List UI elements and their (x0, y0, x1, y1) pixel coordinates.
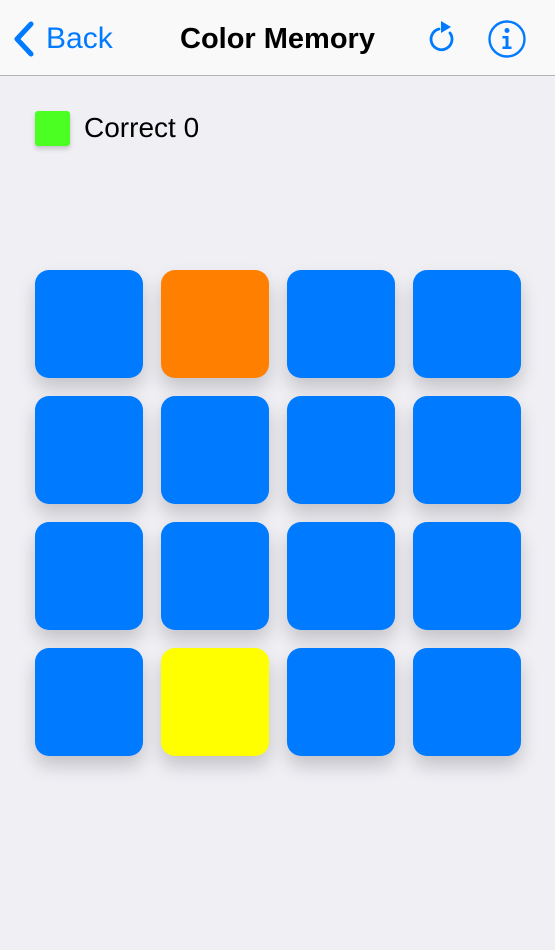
color-tile[interactable] (35, 648, 143, 756)
chevron-left-icon (14, 21, 34, 57)
color-tile[interactable] (161, 522, 269, 630)
color-tile[interactable] (35, 270, 143, 378)
color-tile[interactable] (413, 396, 521, 504)
refresh-icon (429, 21, 454, 52)
refresh-button[interactable] (426, 18, 462, 58)
color-tile[interactable] (287, 270, 395, 378)
color-tile[interactable] (413, 522, 521, 630)
navigation-bar: Back Color Memory (0, 0, 555, 76)
color-tile[interactable] (161, 396, 269, 504)
score-status: Correct 0 (35, 110, 199, 146)
color-tile[interactable] (161, 270, 269, 378)
color-tile[interactable] (287, 522, 395, 630)
color-tile[interactable] (413, 648, 521, 756)
correct-count-label: Correct 0 (84, 112, 200, 143)
color-tile[interactable] (35, 522, 143, 630)
back-label: Back (46, 22, 113, 55)
back-button[interactable]: Back (12, 18, 113, 60)
color-tile[interactable] (35, 396, 143, 504)
color-tile[interactable] (287, 396, 395, 504)
color-tile[interactable] (413, 270, 521, 378)
correct-indicator-swatch (35, 110, 70, 146)
color-tile-grid (35, 270, 521, 756)
color-tile[interactable] (287, 648, 395, 756)
info-button[interactable] (487, 19, 527, 59)
color-tile[interactable] (161, 648, 269, 756)
info-icon (488, 20, 526, 58)
